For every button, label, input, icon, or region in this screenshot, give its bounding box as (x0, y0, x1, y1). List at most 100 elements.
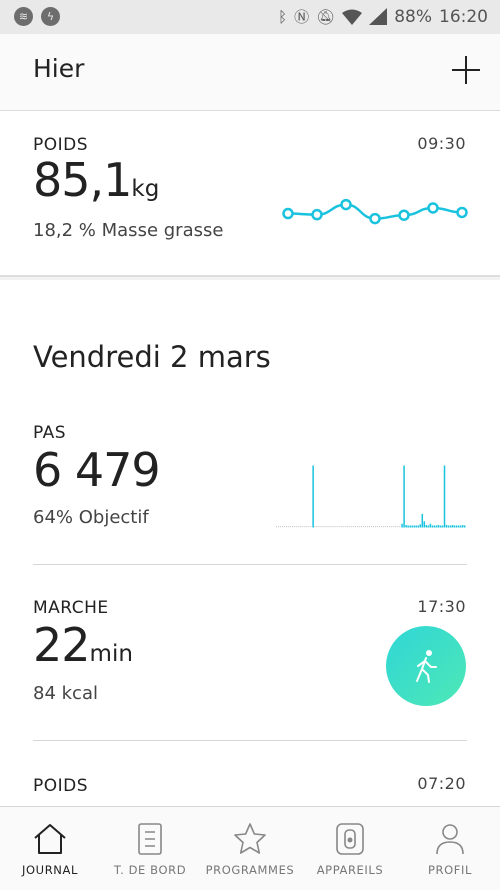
steps-baseline-dot (278, 526, 280, 528)
steps-baseline-dot (330, 526, 332, 528)
steps-bar (449, 525, 452, 528)
steps-baseline-dot (310, 526, 312, 528)
steps-baseline-dot (300, 526, 302, 528)
steps-baseline-dot (336, 526, 338, 528)
steps-baseline-dot (292, 526, 294, 528)
steps-bar (417, 525, 419, 528)
steps-baseline-dot (276, 526, 277, 528)
divider (33, 564, 467, 565)
walk-unit: min (89, 641, 133, 667)
steps-baseline-dot (280, 526, 282, 528)
steps-bar (433, 525, 436, 528)
weight-card[interactable]: POIDS 09:30 85,1kg 18,2 % Masse grasse (0, 111, 500, 277)
steps-baseline-dot (368, 526, 370, 528)
walk-label: MARCHE (33, 598, 109, 618)
steps-baseline-dot (354, 526, 356, 528)
walking-person-icon (416, 650, 437, 683)
steps-baseline-dot (364, 526, 366, 528)
steps-label: PAS (33, 423, 67, 443)
steps-bar (431, 525, 434, 528)
steps-bar (423, 521, 426, 528)
steps-baseline-dot (395, 526, 397, 528)
steps-baseline-dot (290, 526, 292, 528)
page-title: Hier (33, 54, 85, 83)
steps-baseline-dot (320, 526, 322, 528)
steps-baseline-dot (298, 526, 300, 528)
steps-bar (403, 465, 405, 528)
weight2-label: POIDS (33, 776, 89, 796)
bottom-navigation: JOURNAL T. DE BORD PROGRAMMES APPAREILS … (0, 806, 500, 890)
wifi-icon (342, 9, 363, 25)
steps-baseline-dot (344, 526, 346, 528)
weight-time: 09:30 (417, 134, 466, 153)
nav-profile[interactable]: PROFIL (400, 807, 500, 890)
trend-point (456, 206, 468, 219)
steps-baseline-dot (391, 526, 393, 528)
signal-icon (369, 8, 388, 25)
weight-trend-chart (282, 198, 468, 225)
steps-baseline-dot (360, 526, 362, 528)
bluetooth-icon: ᛒ (278, 7, 288, 26)
nav-journal[interactable]: JOURNAL (0, 807, 100, 890)
steps-bar (413, 525, 415, 528)
steps-bar (451, 525, 454, 528)
muted-bell-icon: 🔕︎ (316, 7, 336, 26)
steps-baseline-dot (294, 526, 296, 528)
steps-bar (425, 525, 428, 528)
profile-icon (436, 824, 464, 855)
nav-dashboard[interactable]: T. DE BORD (100, 807, 200, 890)
steps-bar (409, 525, 411, 528)
steps-baseline-dot (348, 526, 350, 528)
nav-label: JOURNAL (22, 863, 78, 877)
add-button[interactable] (452, 56, 480, 84)
nav-label: T. DE BORD (113, 863, 187, 877)
steps-bar (445, 525, 448, 528)
weight-value: 85,1kg (33, 153, 160, 207)
steps-bar (439, 525, 442, 528)
steps-bar (435, 525, 438, 528)
steps-baseline-dot (314, 526, 316, 528)
steps-baseline-dot (308, 526, 310, 528)
steps-baseline-dot (306, 526, 308, 528)
walk-activity-button[interactable] (386, 626, 466, 706)
nfc-icon: Ⓝ (294, 8, 310, 26)
steps-baseline-dot (316, 526, 318, 528)
walk-time: 17:30 (417, 597, 466, 616)
trend-point (311, 208, 323, 221)
battery-level: 88% (394, 6, 432, 27)
trend-point (398, 209, 410, 221)
steps-baseline-dot (284, 526, 286, 528)
day-section: Vendredi 2 mars PAS 6 479 64% Objectif M… (0, 280, 500, 806)
steps-bar (401, 523, 403, 528)
nav-programs[interactable]: PROGRAMMES (200, 807, 300, 890)
steps-baseline-dot (296, 526, 298, 528)
steps-bar (443, 465, 446, 528)
steps-baseline-dot (350, 526, 352, 528)
steps-baseline-dot (340, 526, 342, 528)
steps-baseline-dot (334, 526, 336, 528)
steps-baseline-dot (326, 526, 328, 528)
nav-label: PROGRAMMES (205, 863, 295, 877)
clock: 16:20 (439, 6, 488, 27)
steps-baseline-dot (322, 526, 324, 528)
steps-baseline-dot (387, 526, 389, 528)
steps-value: 6 479 (33, 443, 161, 497)
steps-baseline-dot (383, 526, 385, 528)
steps-baseline-dot (393, 526, 395, 528)
steps-baseline-dot (362, 526, 364, 528)
steps-baseline-dot (338, 526, 340, 528)
trend-point (427, 202, 439, 214)
steps-bar (415, 525, 417, 528)
steps-baseline-dot (286, 526, 288, 528)
steps-baseline-dot (375, 526, 377, 528)
steps-bar (459, 525, 462, 528)
trend-point (340, 198, 352, 211)
steps-bar (441, 525, 444, 528)
nav-devices[interactable]: APPAREILS (300, 807, 400, 890)
steps-baseline-dot (346, 526, 348, 528)
trend-point (282, 207, 294, 220)
steps-baseline-dot (328, 526, 330, 528)
steps-baseline-dot (318, 526, 320, 528)
steps-goal: 64% Objectif (33, 507, 149, 528)
star-icon (234, 823, 266, 854)
